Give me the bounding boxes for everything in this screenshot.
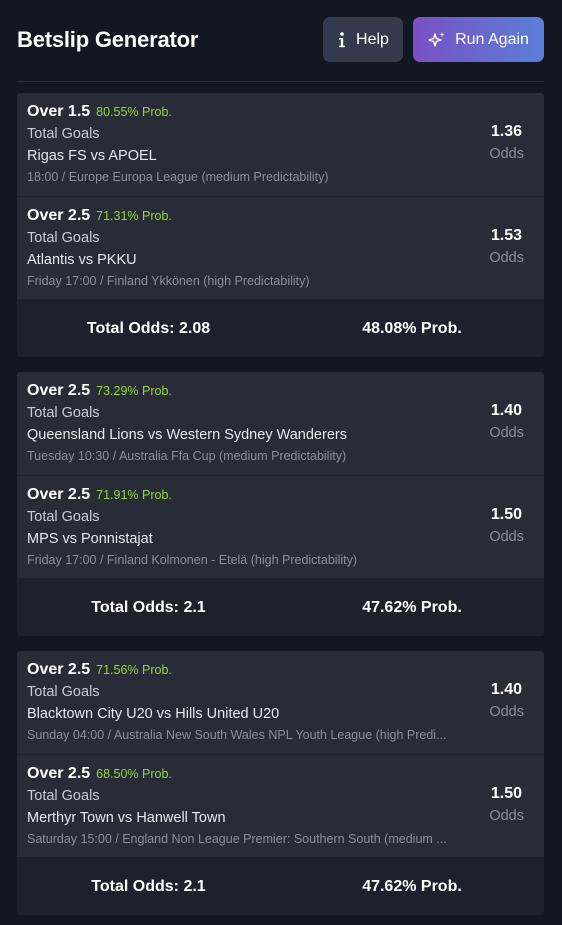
betslip-total: Total Odds: 2.1 47.62% Prob. (17, 857, 544, 915)
bet-match: Atlantis vs PKKU (27, 252, 137, 268)
bet-market: Over 2.5 (27, 382, 91, 399)
bet-match: MPS vs Ponnistajat (27, 531, 153, 547)
total-odds: Total Odds: 2.1 (91, 878, 206, 895)
bet-type: Total Goals (27, 405, 100, 421)
bet-market-row: Over 2.5 73.29% Prob. (27, 382, 172, 400)
bet-match: Queensland Lions vs Western Sydney Wande… (27, 427, 347, 443)
bet-type: Total Goals (27, 230, 100, 246)
sparkles-icon (428, 31, 446, 49)
bet-odds-label: Odds (489, 250, 524, 266)
bet-type: Total Goals (27, 509, 100, 525)
bet-market: Over 2.5 (27, 661, 91, 678)
bet-match: Merthyr Town vs Hanwell Town (27, 810, 226, 826)
total-odds: Total Odds: 2.08 (86, 320, 211, 337)
bet-odds-label: Odds (489, 704, 524, 720)
help-button-label: Help (356, 30, 389, 48)
total-probability: 47.62% Prob. (362, 878, 462, 895)
bet-type: Total Goals (27, 684, 100, 700)
bet-market-row: Over 2.5 68.50% Prob. (27, 765, 172, 783)
header: Betslip Generator Help Run Again (0, 0, 562, 82)
bet-market-row: Over 1.5 80.55% Prob. (27, 103, 172, 121)
bet-type: Total Goals (27, 788, 100, 804)
page-title: Betslip Generator (17, 27, 199, 52)
header-divider (17, 81, 544, 82)
bet-market: Over 1.5 (27, 103, 91, 120)
bet-probability: 80.55% Prob. (96, 105, 172, 119)
bet-meta: Friday 17:00 / Finland Ykkönen (high Pre… (27, 274, 310, 288)
help-button[interactable]: Help (323, 17, 403, 62)
bet-odds-label: Odds (489, 529, 524, 545)
betslip-card: Over 2.5 73.29% Prob. Total Goals Queens… (17, 372, 544, 636)
betslip-total: Total Odds: 2.08 48.08% Prob. (17, 299, 544, 357)
bet-market: Over 2.5 (27, 486, 91, 503)
bet-row: Over 2.5 71.56% Prob. Total Goals Blackt… (17, 651, 544, 754)
bet-row: Over 2.5 71.31% Prob. Total Goals Atlant… (17, 196, 544, 299)
bet-odds-label: Odds (489, 808, 524, 824)
bet-match: Rigas FS vs APOEL (27, 148, 157, 164)
info-icon (337, 31, 347, 49)
betslip-total: Total Odds: 2.1 47.62% Prob. (17, 578, 544, 636)
bet-market: Over 2.5 (27, 765, 91, 782)
bet-row: Over 2.5 71.91% Prob. Total Goals MPS vs… (17, 475, 544, 578)
bet-row: Over 2.5 73.29% Prob. Total Goals Queens… (17, 372, 544, 475)
betslip-card: Over 1.5 80.55% Prob. Total Goals Rigas … (17, 93, 544, 357)
bet-probability: 71.31% Prob. (96, 209, 172, 223)
bet-odds-value: 1.50 (490, 506, 522, 523)
bet-market: Over 2.5 (27, 207, 91, 224)
bet-probability: 71.91% Prob. (96, 488, 172, 502)
bet-meta: Friday 17:00 / Finland Kolmonen - Etelä … (27, 553, 358, 567)
bet-market-row: Over 2.5 71.91% Prob. (27, 486, 172, 504)
bet-odds-value: 1.40 (490, 681, 522, 698)
run-again-button[interactable]: Run Again (413, 17, 544, 62)
bet-market-row: Over 2.5 71.31% Prob. (27, 207, 172, 225)
bet-match: Blacktown City U20 vs Hills United U20 (27, 706, 280, 722)
bet-meta: Saturday 15:00 / England Non League Prem… (27, 832, 447, 846)
bet-odds-value: 1.50 (490, 785, 522, 802)
run-again-button-label: Run Again (455, 30, 529, 48)
bet-row: Over 2.5 68.50% Prob. Total Goals Merthy… (17, 754, 544, 857)
bet-row: Over 1.5 80.55% Prob. Total Goals Rigas … (17, 93, 544, 196)
bet-odds-value: 1.53 (490, 227, 522, 244)
bet-meta: Sunday 04:00 / Australia New South Wales… (27, 728, 447, 742)
bet-odds-label: Odds (489, 425, 524, 441)
bet-probability: 71.56% Prob. (96, 663, 172, 677)
bet-odds-value: 1.36 (490, 123, 522, 140)
bet-meta: 18:00 / Europe Europa League (medium Pre… (27, 170, 329, 184)
bet-meta: Tuesday 10:30 / Australia Ffa Cup (mediu… (27, 449, 347, 463)
total-probability: 48.08% Prob. (362, 320, 462, 337)
bet-market-row: Over 2.5 71.56% Prob. (27, 661, 172, 679)
bet-probability: 68.50% Prob. (96, 767, 172, 781)
total-probability: 47.62% Prob. (362, 599, 462, 616)
betslip-card: Over 2.5 71.56% Prob. Total Goals Blackt… (17, 651, 544, 915)
bet-probability: 73.29% Prob. (96, 384, 172, 398)
bet-odds-value: 1.40 (490, 402, 522, 419)
bet-odds-label: Odds (489, 146, 524, 162)
bet-type: Total Goals (27, 126, 100, 142)
total-odds: Total Odds: 2.1 (91, 599, 206, 616)
